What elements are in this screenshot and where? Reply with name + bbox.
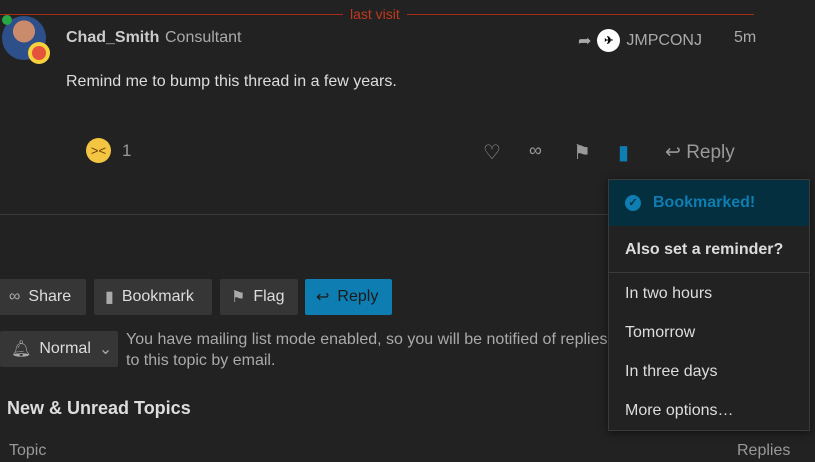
flag-icon[interactable]: ⚑ [573,140,591,165]
flag-label: Flag [253,288,285,305]
laughing-emoji-icon[interactable]: >< [86,138,111,163]
reminder-option[interactable]: In three days [609,353,809,392]
reminder-option-more[interactable]: More options… [609,392,809,431]
reply-label: Reply [686,142,735,163]
notification-level-label: Normal [39,340,91,357]
bookmark-label: Bookmark [121,288,194,305]
bookmarked-status: ✓ Bookmarked! [609,180,809,226]
suggested-topics-heading: New & Unread Topics [7,398,191,418]
link-icon[interactable]: ∞ [529,140,542,161]
last-visit-line [0,14,343,15]
reminder-question: Also set a reminder? [609,226,809,273]
chevron-down-icon: ⌄ [98,341,113,358]
divider [0,214,608,215]
reply-button[interactable]: ↩ Reply [665,141,735,164]
share-button[interactable]: ∞ Share [0,279,86,315]
reply-to-avatar: ✈ [597,29,621,52]
link-icon: ∞ [9,288,21,305]
heart-icon[interactable]: ♡ [483,140,501,165]
reply-icon: ↩ [316,289,330,306]
share-arrow-icon: ➦ [578,32,592,50]
notification-level-dropdown[interactable]: 🔔︎ Normal ⌄ [0,331,118,367]
check-circle-icon: ✓ [625,195,641,211]
post-time[interactable]: 5m [734,29,756,47]
last-visit-label: last visit [350,6,400,22]
user-title: Consultant [165,29,242,46]
column-replies[interactable]: Replies [737,442,790,460]
reminder-option[interactable]: Tomorrow [609,314,809,353]
bookmark-icon[interactable]: ▮ [618,140,629,165]
column-topic[interactable]: Topic [9,442,46,460]
reply-primary-button[interactable]: ↩ Reply [305,279,392,315]
username[interactable]: Chad_Smith [66,29,159,47]
user-flair-icon [28,42,50,64]
reply-label: Reply [337,288,379,305]
reply-to-username: JMPCONJ [626,31,702,49]
share-label: Share [28,288,72,305]
flag-icon: ⚑ [231,289,246,306]
bookmark-icon: ▮ [105,289,114,306]
reply-icon: ↩ [665,142,681,163]
reply-to-tab[interactable]: ➦ ✈ JMPCONJ [578,29,702,52]
online-indicator [2,15,12,25]
bookmark-button[interactable]: ▮ Bookmark [94,279,212,315]
flag-button[interactable]: ⚑ Flag [220,279,298,315]
last-visit-line [407,14,754,15]
reminder-option[interactable]: In two hours [609,275,809,314]
post-body: Remind me to bump this thread in a few y… [66,73,397,90]
reaction-count[interactable]: 1 [122,141,131,161]
notification-message: You have mailing list mode enabled, so y… [126,331,608,369]
bookmark-reminder-menu: ✓ Bookmarked! Also set a reminder? In two… [608,179,810,431]
bookmarked-label: Bookmarked! [653,194,756,211]
bell-icon: 🔔︎ [11,341,32,358]
